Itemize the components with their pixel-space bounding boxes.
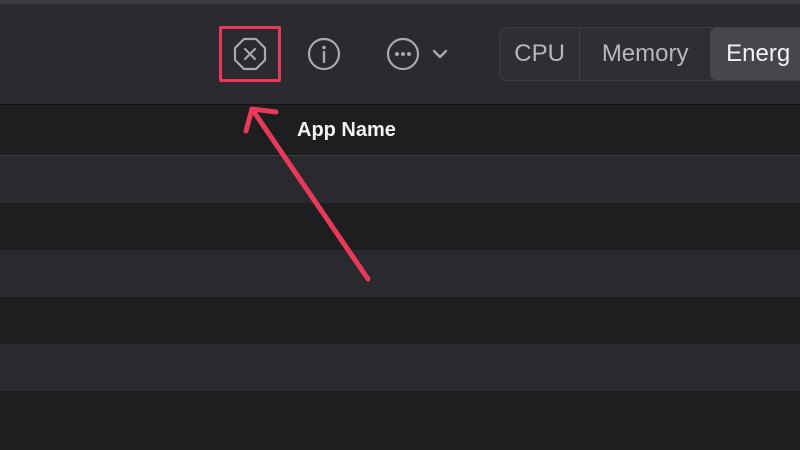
process-table xyxy=(0,156,800,438)
activity-monitor-window: CPU Memory Energ App Name xyxy=(0,0,800,450)
table-row[interactable] xyxy=(0,250,800,297)
stop-process-icon xyxy=(233,37,267,71)
table-row[interactable] xyxy=(0,203,800,250)
column-header-app-name[interactable]: App Name xyxy=(297,119,396,142)
table-row[interactable] xyxy=(0,391,800,438)
tab-energy[interactable]: Energ xyxy=(710,28,800,80)
chevron-down-icon xyxy=(432,49,448,59)
stop-process-button[interactable] xyxy=(219,26,281,82)
table-row[interactable] xyxy=(0,297,800,344)
tab-cpu[interactable]: CPU xyxy=(500,28,581,80)
toolbar: CPU Memory Energ xyxy=(0,4,800,105)
info-icon xyxy=(307,37,341,71)
view-segmented-control: CPU Memory Energ xyxy=(499,27,800,81)
table-row[interactable] xyxy=(0,344,800,391)
table-row[interactable] xyxy=(0,156,800,203)
tab-memory[interactable]: Memory xyxy=(580,28,710,80)
ellipsis-circle-icon xyxy=(386,37,420,71)
more-actions-button[interactable] xyxy=(378,32,458,76)
table-header: App Name xyxy=(0,105,800,156)
inspect-process-button[interactable] xyxy=(300,32,348,76)
